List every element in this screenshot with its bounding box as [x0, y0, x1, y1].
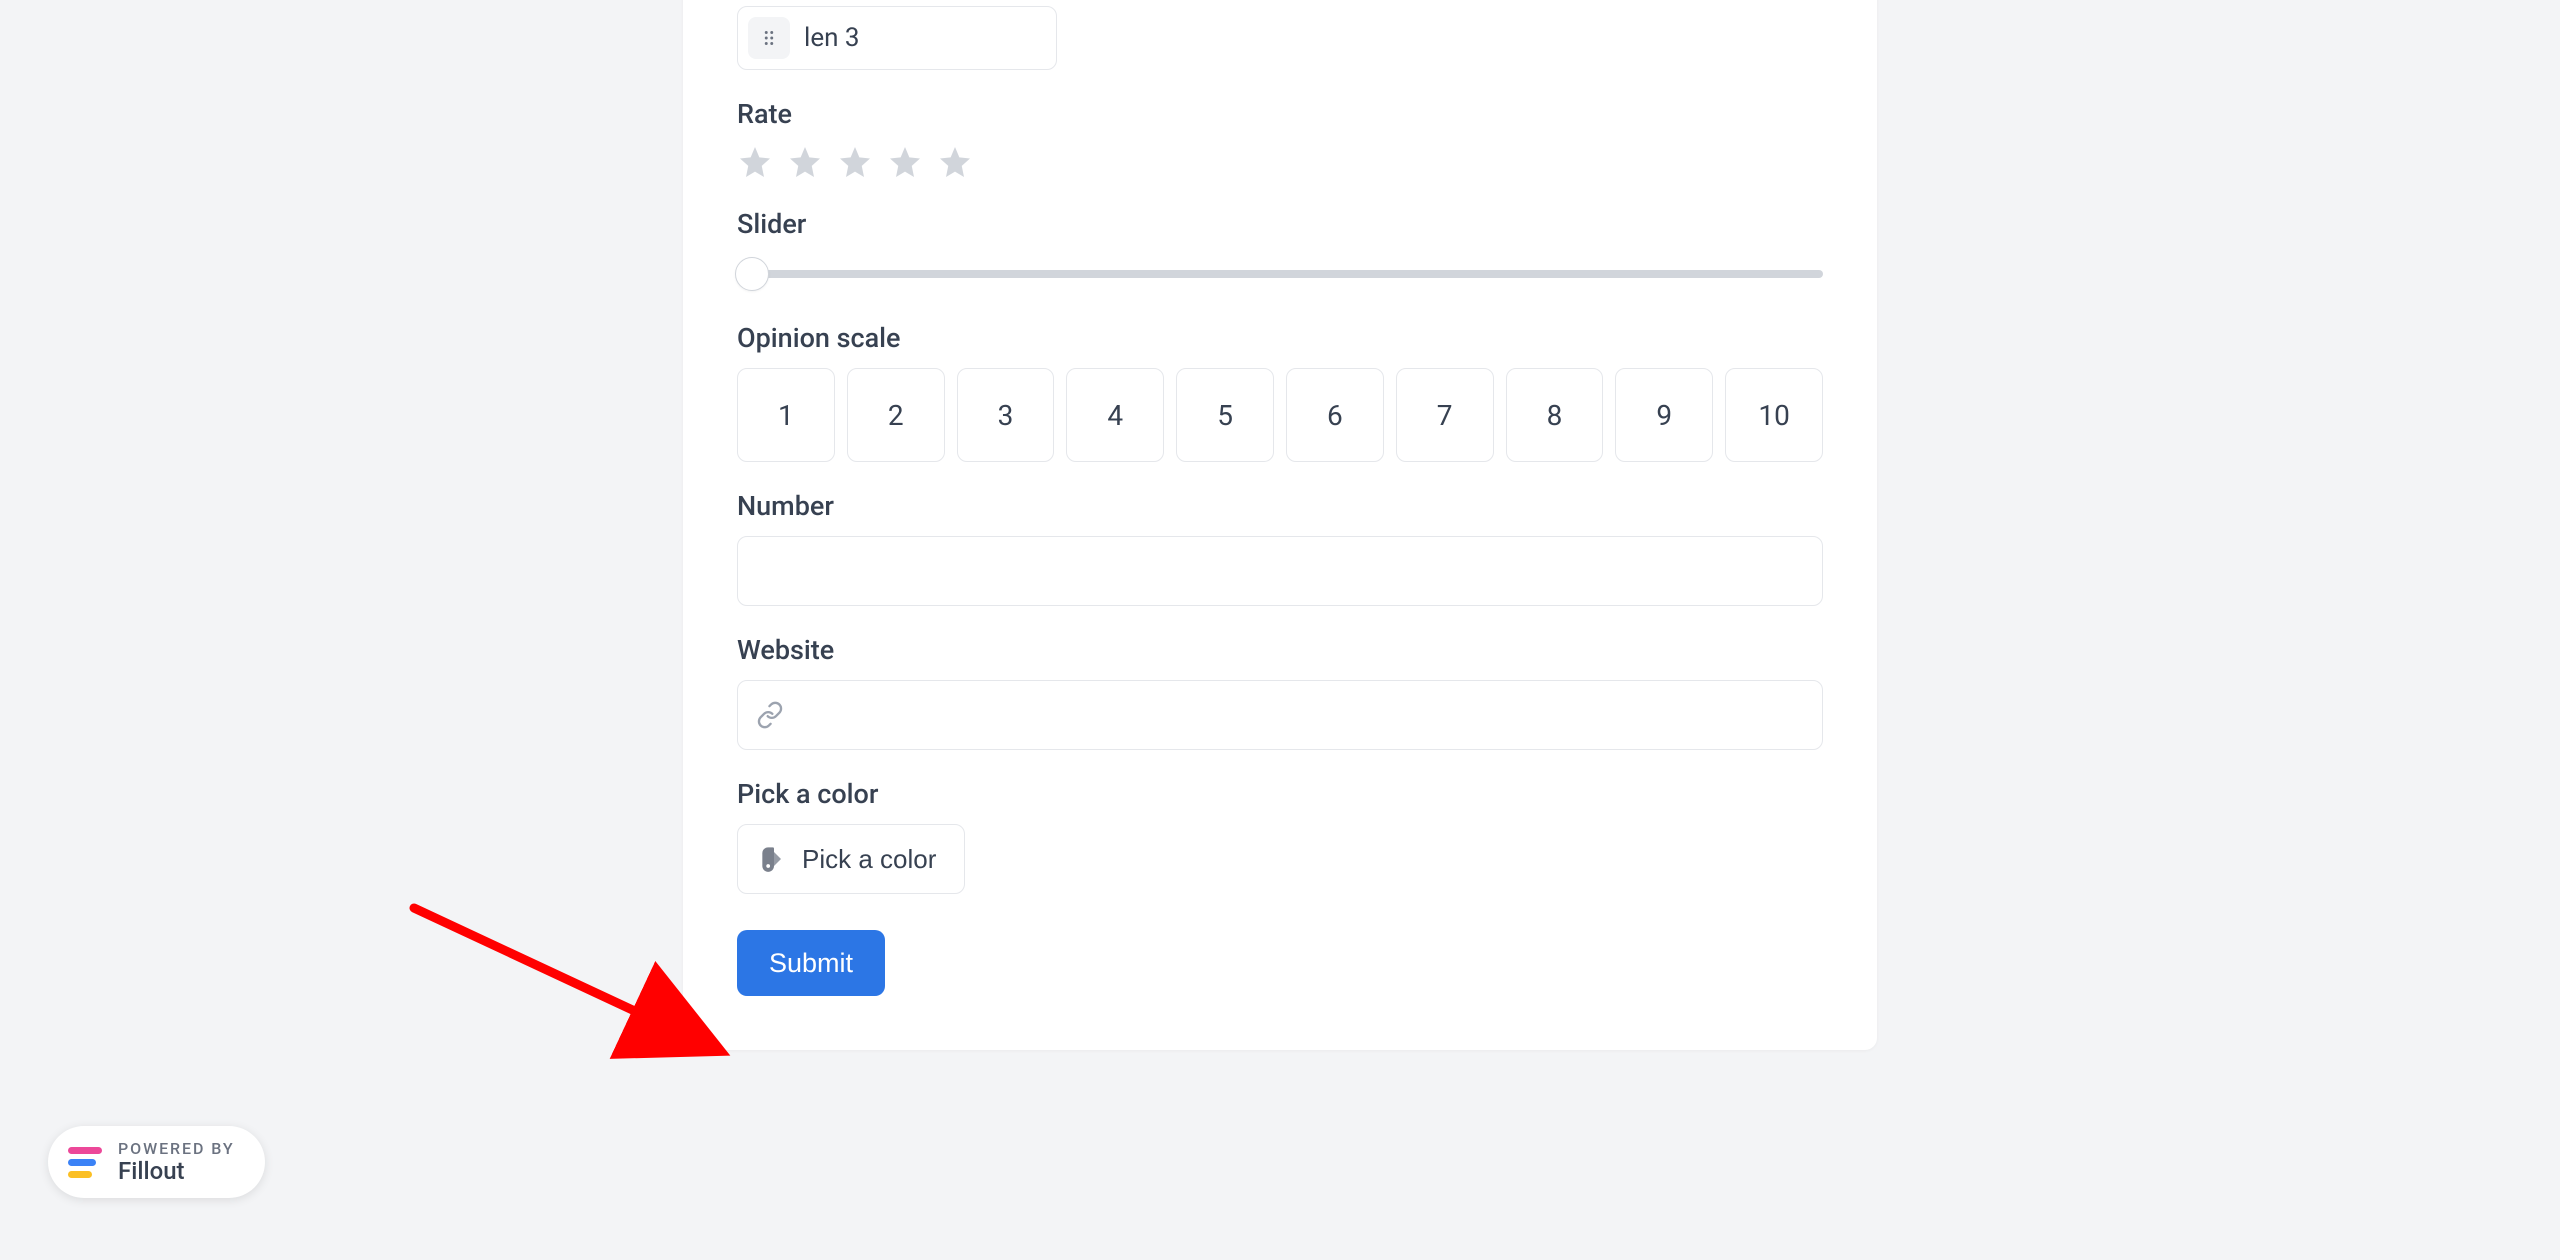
- opinion-option[interactable]: 5: [1176, 368, 1274, 462]
- field-rate: Rate: [737, 98, 1823, 180]
- website-input[interactable]: [794, 681, 1822, 749]
- drag-list-item[interactable]: len 3: [737, 6, 1057, 70]
- opinion-option[interactable]: 3: [957, 368, 1055, 462]
- number-input[interactable]: [737, 536, 1823, 606]
- opinion-option[interactable]: 2: [847, 368, 945, 462]
- opinion-scale: 1 2 3 4 5 6 7 8 9 10: [737, 368, 1823, 462]
- opinion-option[interactable]: 4: [1066, 368, 1164, 462]
- opinion-option[interactable]: 1: [737, 368, 835, 462]
- rate-label: Rate: [737, 98, 1823, 130]
- field-website: Website: [737, 634, 1823, 750]
- submit-button[interactable]: Submit: [737, 930, 885, 996]
- pick-color-button[interactable]: Pick a color: [737, 824, 965, 894]
- star-icon[interactable]: [887, 144, 923, 180]
- star-rating: [737, 144, 1823, 180]
- star-icon[interactable]: [937, 144, 973, 180]
- submit-label: Submit: [769, 948, 853, 979]
- star-icon[interactable]: [837, 144, 873, 180]
- website-input-wrap[interactable]: [737, 680, 1823, 750]
- link-icon: [756, 701, 784, 729]
- swatch-icon: [760, 845, 788, 873]
- badge-text: POWERED BY Fillout: [118, 1140, 235, 1184]
- badge-top-text: POWERED BY: [118, 1140, 235, 1158]
- color-label: Pick a color: [737, 778, 1823, 810]
- website-label: Website: [737, 634, 1823, 666]
- star-icon[interactable]: [737, 144, 773, 180]
- pick-color-label: Pick a color: [802, 844, 936, 875]
- form-card: len 3 Rate Slider Opinion scale 1 2 3 4 …: [683, 0, 1877, 1050]
- opinion-option[interactable]: 9: [1615, 368, 1713, 462]
- opinion-option[interactable]: 8: [1506, 368, 1604, 462]
- opinion-option[interactable]: 6: [1286, 368, 1384, 462]
- slider-track: [737, 270, 1823, 278]
- grip-vertical-icon[interactable]: [748, 17, 790, 59]
- drag-item-label: len 3: [804, 23, 860, 53]
- field-opinion: Opinion scale 1 2 3 4 5 6 7 8 9 10: [737, 322, 1823, 462]
- field-slider: Slider: [737, 208, 1823, 294]
- star-icon[interactable]: [787, 144, 823, 180]
- field-number: Number: [737, 490, 1823, 606]
- opinion-option[interactable]: 7: [1396, 368, 1494, 462]
- field-color: Pick a color Pick a color: [737, 778, 1823, 894]
- slider-thumb[interactable]: [735, 257, 769, 291]
- opinion-option[interactable]: 10: [1725, 368, 1823, 462]
- number-label: Number: [737, 490, 1823, 522]
- slider-label: Slider: [737, 208, 1823, 240]
- badge-bottom-text: Fillout: [118, 1158, 235, 1184]
- opinion-label: Opinion scale: [737, 322, 1823, 354]
- fillout-logo-icon: [68, 1147, 102, 1178]
- slider[interactable]: [737, 254, 1823, 294]
- powered-by-badge[interactable]: POWERED BY Fillout: [48, 1126, 265, 1198]
